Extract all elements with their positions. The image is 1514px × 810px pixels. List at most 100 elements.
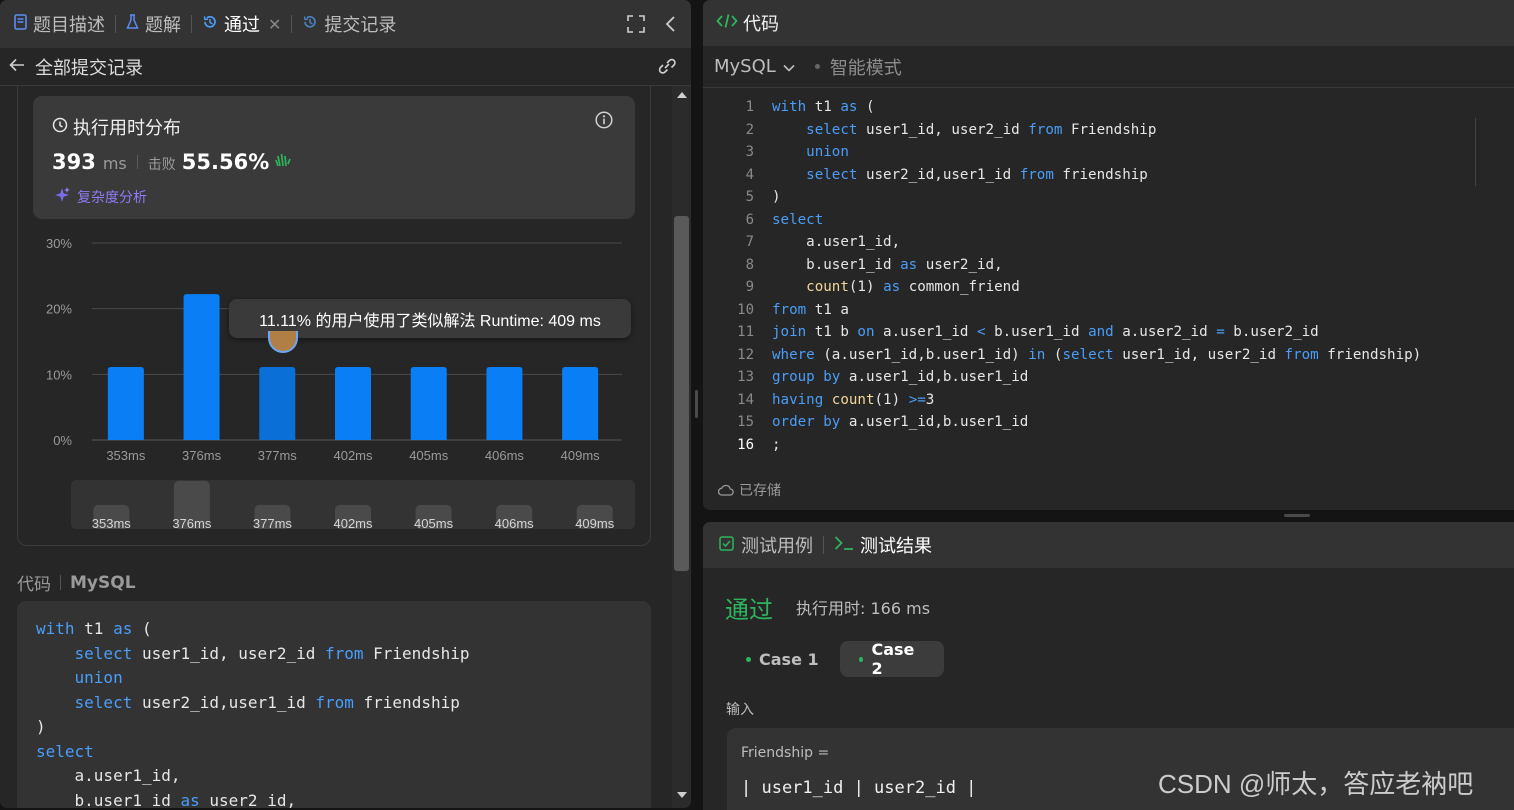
case-label: Case 1 — [759, 650, 819, 669]
code-label: 代码 — [17, 575, 51, 595]
case-tab-2[interactable]: Case 2 — [840, 640, 944, 678]
runtime-card-title: 执行用时分布 — [73, 118, 181, 139]
code-line: select — [36, 741, 94, 761]
runtime-distribution-chart: 30% 20% 10% 0% 353ms 376ms 377ms 402ms 405ms 406m… — [46, 236, 635, 531]
minimap-label: 377ms — [253, 516, 293, 531]
bar-405ms[interactable] — [410, 367, 447, 440]
cloud-icon — [717, 481, 734, 500]
left-scrollbar-thumb[interactable] — [674, 216, 689, 571]
x-tick-label: 377ms — [258, 448, 298, 463]
horizontal-splitter[interactable] — [1284, 514, 1310, 517]
submitted-code-block: with t1 as ( select user1_id, user2_id f… — [17, 601, 651, 808]
scroll-down-arrow[interactable] — [677, 792, 687, 798]
runtime-value: 393 — [52, 150, 96, 174]
code-line: having count(1) >=3 — [772, 391, 935, 408]
bar-377ms[interactable] — [259, 367, 296, 440]
minimap-label: 402ms — [333, 516, 373, 531]
tab-label: 提交记录 — [324, 15, 397, 36]
x-tick-label: 406ms — [485, 448, 525, 463]
back-label[interactable]: 全部提交记录 — [35, 54, 143, 80]
code-line: ; — [772, 436, 781, 453]
watermark: CSDN @师太，答应老衲吧 — [1158, 769, 1474, 799]
clap-icon — [274, 151, 292, 173]
table-header: | user1_id | user2_id | — [741, 778, 977, 798]
bar-376ms[interactable] — [183, 294, 220, 440]
tab-divider — [823, 536, 824, 554]
tab-divider — [115, 15, 116, 33]
x-tick-label: 402ms — [333, 448, 373, 463]
line-number: 11 — [737, 324, 754, 340]
status-dot — [859, 656, 864, 662]
history-icon — [302, 14, 318, 34]
code-header: 代码 MySQL — [17, 570, 136, 596]
tab-label: 通过 — [224, 15, 260, 36]
bar-402ms[interactable] — [335, 367, 371, 440]
minimap-label: 409ms — [575, 516, 615, 531]
code-line: select — [772, 211, 824, 228]
editor-title: 代码 — [743, 14, 779, 35]
scroll-up-arrow[interactable] — [677, 92, 687, 98]
line-number: 2 — [745, 121, 754, 138]
code-language: MySQL — [70, 572, 136, 593]
terminal-icon — [834, 535, 854, 555]
line-number: 12 — [737, 346, 754, 363]
stat-divider — [136, 155, 138, 169]
save-status: 已存储 — [717, 480, 781, 500]
result-runtime: 执行用时: 166 ms — [796, 599, 931, 618]
complexity-analysis-link[interactable]: 复杂度分析 — [77, 187, 147, 207]
collapse-left-icon[interactable] — [665, 15, 677, 37]
tab-divider — [191, 15, 192, 33]
back-arrow-icon[interactable] — [9, 57, 25, 76]
bar-409ms[interactable] — [562, 367, 599, 440]
indent-guide — [1475, 118, 1476, 186]
runtime-unit: ms — [102, 154, 127, 173]
close-icon[interactable]: ✕ — [268, 15, 281, 34]
tab-accepted[interactable]: 通过 ✕ — [202, 0, 281, 48]
tab-divider — [291, 15, 293, 33]
case-tab-1[interactable]: Case 1 — [734, 642, 831, 677]
language-select[interactable]: MySQL — [714, 56, 795, 77]
code-line: where (a.user1_id,b.user1_id) in (select… — [772, 346, 1422, 363]
info-icon[interactable] — [595, 111, 613, 133]
status-dot — [746, 657, 751, 662]
tab-testcase[interactable]: 测试用例 — [719, 532, 813, 558]
code-line: from t1 a — [772, 301, 849, 318]
left-scrollbar-track[interactable] — [672, 86, 691, 808]
tab-description[interactable]: 题目描述 — [14, 0, 105, 48]
minimap-label: 405ms — [414, 516, 454, 531]
line-number: 14 — [737, 391, 754, 408]
minimap-label: 406ms — [495, 516, 535, 531]
sparkle-icon — [53, 186, 71, 208]
y-tick-label: 10% — [46, 367, 72, 382]
link-icon[interactable] — [656, 57, 678, 79]
y-tick-label: 30% — [46, 236, 72, 251]
tab-submissions[interactable]: 提交记录 — [302, 0, 396, 48]
mode-dot — [814, 64, 820, 69]
code-line: union — [74, 668, 123, 687]
editor-code[interactable]: with t1 as ( select user1_id, user2_id f… — [772, 96, 1421, 456]
tab-test-result[interactable]: 测试结果 — [834, 532, 932, 558]
smart-mode-toggle[interactable]: 智能模式 — [830, 54, 902, 80]
tab-solutions[interactable]: 题解 — [126, 0, 181, 48]
line-number: 10 — [737, 301, 754, 318]
bar-406ms[interactable] — [486, 367, 523, 440]
result-status: 通过 — [725, 596, 773, 624]
maximize-icon[interactable] — [627, 15, 645, 37]
test-panel: 测试用例 测试结果 通过 执行用时: 166 ms Case 1 Case 2 … — [703, 522, 1514, 810]
line-number: 7 — [745, 234, 754, 250]
tab-label: 题目描述 — [33, 15, 105, 36]
line-number: 8 — [745, 256, 754, 273]
document-icon — [14, 14, 27, 34]
chevron-down-icon — [783, 57, 795, 76]
x-tick-label: 376ms — [182, 448, 222, 463]
left-tabbar: 题目描述 题解 通过 ✕ 提交记录 — [0, 0, 691, 48]
tab-label: 题解 — [145, 15, 181, 36]
editor-toolbar: MySQL 智能模式 — [703, 46, 1514, 88]
minimap-label: 353ms — [92, 516, 132, 531]
code-line: select user2_id,user1_id from friendship — [806, 166, 1148, 183]
bar-353ms[interactable] — [107, 367, 144, 440]
flask-icon — [126, 14, 139, 34]
code-line: order by a.user1_id,b.user1_id — [772, 414, 1029, 430]
vertical-splitter[interactable] — [695, 390, 698, 418]
line-number: 3 — [745, 144, 754, 160]
